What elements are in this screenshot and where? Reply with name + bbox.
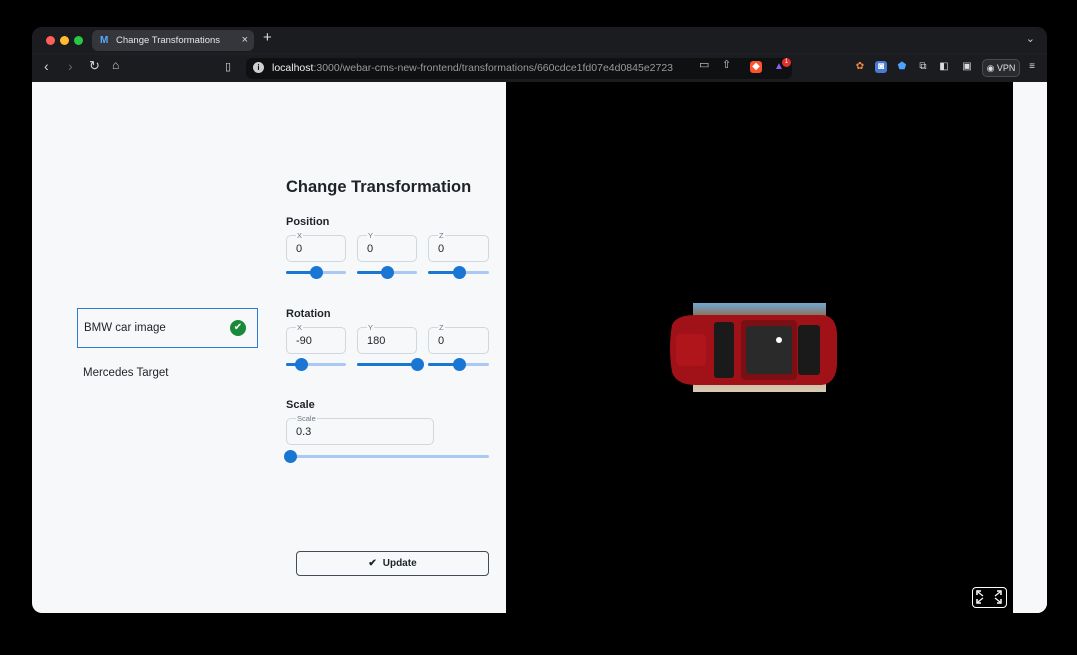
- page-title: Change Transformation: [286, 178, 472, 196]
- minimize-window-button[interactable]: [60, 36, 69, 45]
- rotation-x-field[interactable]: X -90: [286, 323, 346, 354]
- site-info-icon[interactable]: i: [253, 62, 264, 73]
- browser-toolbar: ‹ › ↻ ⌂ ▯ i localhost:3000/webar-cms-new…: [32, 55, 1047, 82]
- tab-bar: M Change Transformations × + ⌄: [32, 27, 1047, 53]
- rotation-y-slider[interactable]: [357, 358, 424, 371]
- close-window-button[interactable]: [46, 36, 55, 45]
- extensions-puzzle-icon[interactable]: ⧉: [917, 61, 929, 73]
- target-label: Mercedes Target: [83, 367, 169, 379]
- transformation-form: Change Transformation Position X 0 Y 0 Z…: [284, 178, 490, 463]
- position-label: Position: [286, 216, 330, 228]
- position-x-field[interactable]: X 0: [286, 231, 346, 262]
- target-list: BMW car image ✔ Mercedes Target: [77, 308, 258, 394]
- checkmark-icon: ✔: [368, 558, 377, 569]
- position-y-field[interactable]: Y 0: [357, 231, 417, 262]
- scale-label: Scale: [286, 399, 315, 411]
- position-x-slider[interactable]: [286, 266, 346, 279]
- update-button[interactable]: ✔ Update: [296, 551, 489, 576]
- browser-window: M Change Transformations × + ⌄ ‹ › ↻ ⌂ ▯…: [32, 27, 1047, 613]
- new-tab-button[interactable]: +: [263, 29, 272, 46]
- target-label: BMW car image: [84, 322, 166, 334]
- page-content: BMW car image ✔ Mercedes Target Change T…: [32, 82, 1047, 613]
- reload-icon[interactable]: ↻: [89, 58, 100, 74]
- ar-preview-scene: [670, 303, 837, 392]
- extension-icon[interactable]: ⬟: [896, 61, 908, 73]
- browser-tab[interactable]: M Change Transformations ×: [92, 30, 254, 51]
- extension-icon[interactable]: ✿: [854, 61, 866, 73]
- fullscreen-icon[interactable]: [972, 587, 1007, 608]
- list-item[interactable]: Mercedes Target: [77, 354, 258, 394]
- scale-field[interactable]: Scale 0.3: [286, 414, 434, 445]
- list-item[interactable]: BMW car image ✔: [77, 308, 258, 348]
- vpn-button[interactable]: ◉ VPN: [982, 59, 1020, 77]
- ar-preview-viewport[interactable]: [506, 82, 1013, 613]
- notification-badge: 1: [782, 58, 791, 67]
- sidebar-icon[interactable]: ◧: [938, 61, 950, 73]
- menu-icon[interactable]: ≡: [1026, 61, 1038, 73]
- car-model: [670, 315, 837, 385]
- page-gutter: [1013, 82, 1047, 613]
- rotation-x-slider[interactable]: [286, 358, 346, 371]
- tab-close-icon[interactable]: ×: [242, 30, 248, 51]
- check-circle-icon: ✔: [230, 320, 246, 336]
- bookmark-icon[interactable]: ▯: [225, 60, 231, 73]
- home-icon[interactable]: ⌂: [112, 58, 119, 72]
- cast-icon[interactable]: ▭: [699, 58, 709, 71]
- position-y-slider[interactable]: [357, 266, 417, 279]
- favicon-icon: M: [100, 35, 109, 46]
- position-z-field[interactable]: Z 0: [428, 231, 489, 262]
- maximize-window-button[interactable]: [74, 36, 83, 45]
- extension-icon[interactable]: ◙: [875, 61, 887, 73]
- tab-title: Change Transformations: [116, 35, 221, 46]
- vpn-icon: ◉: [986, 63, 997, 73]
- share-icon[interactable]: ⇧: [722, 58, 731, 71]
- url-text[interactable]: localhost:3000/webar-cms-new-frontend/tr…: [272, 62, 673, 74]
- rotation-z-field[interactable]: Z 0: [428, 323, 489, 354]
- rotation-y-field[interactable]: Y 180: [357, 323, 417, 354]
- forward-icon[interactable]: ›: [68, 58, 73, 74]
- address-bar[interactable]: i localhost:3000/webar-cms-new-frontend/…: [246, 58, 792, 79]
- wallet-icon[interactable]: ▣: [961, 61, 973, 73]
- tab-menu-chevron-icon[interactable]: ⌄: [1026, 32, 1035, 45]
- rotation-z-slider[interactable]: [428, 358, 489, 371]
- position-z-slider[interactable]: [428, 266, 489, 279]
- scale-slider[interactable]: [284, 450, 489, 463]
- rotation-label: Rotation: [286, 308, 331, 320]
- back-icon[interactable]: ‹: [44, 58, 49, 74]
- brave-shields-icon[interactable]: ◆: [750, 61, 762, 73]
